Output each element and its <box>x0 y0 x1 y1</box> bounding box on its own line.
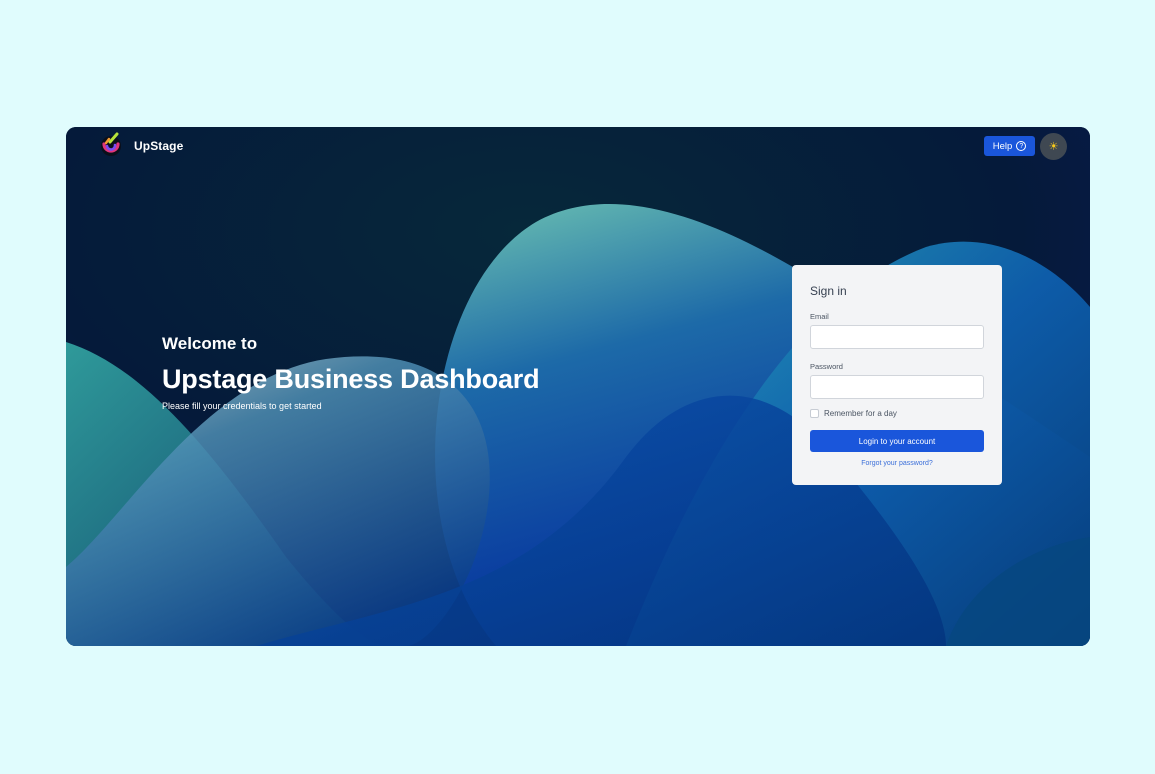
forgot-password-link[interactable]: Forgot your password? <box>810 460 984 467</box>
theme-toggle-button[interactable]: ☀ <box>1040 133 1067 160</box>
signin-heading: Sign in <box>810 284 847 298</box>
sun-icon: ☀ <box>1048 141 1059 153</box>
remember-checkbox[interactable] <box>810 409 819 418</box>
password-field[interactable] <box>810 375 984 399</box>
help-button[interactable]: Help ? <box>984 136 1035 156</box>
question-circle-icon: ? <box>1016 141 1027 151</box>
app-frame: UpStage Help ? ☀ Welcome to Upstage Busi… <box>66 127 1090 646</box>
remember-row: Remember for a day <box>810 409 984 418</box>
brand-name: UpStage <box>134 139 184 153</box>
signin-card: Sign in Email Password Remember for a da… <box>792 265 1002 485</box>
hero-section: Welcome to Upstage Business Dashboard Pl… <box>162 334 540 411</box>
welcome-text: Welcome to <box>162 334 258 353</box>
top-bar: UpStage Help ? ☀ <box>66 127 1090 165</box>
email-label: Email <box>810 312 829 321</box>
remember-label: Remember for a day <box>824 409 897 418</box>
page-title: Upstage Business Dashboard <box>162 364 540 394</box>
login-button[interactable]: Login to your account <box>810 430 984 452</box>
hero-subtitle: Please fill your credentials to get star… <box>162 401 322 411</box>
upstage-logo <box>101 132 121 156</box>
help-label: Help <box>992 140 1013 152</box>
password-label: Password <box>810 362 843 371</box>
email-field[interactable] <box>810 325 984 349</box>
